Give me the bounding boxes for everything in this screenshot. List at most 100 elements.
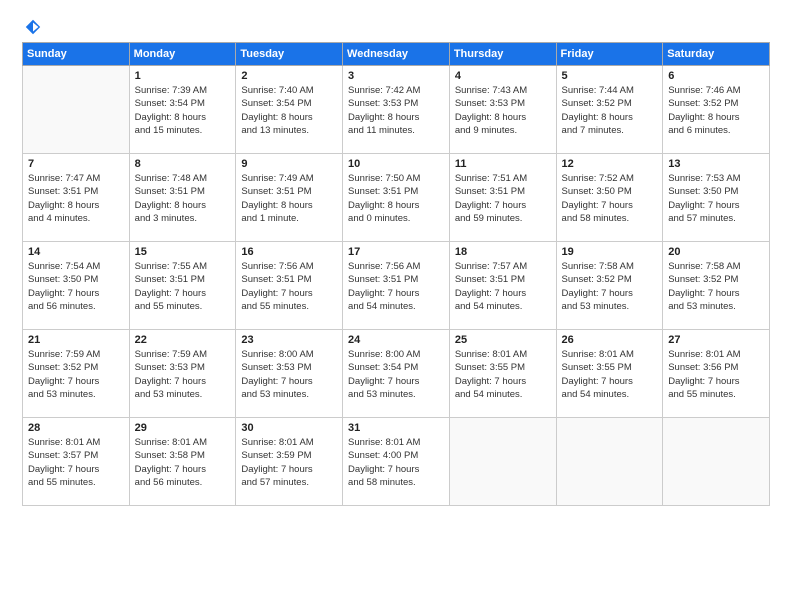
- calendar-cell: 16 Sunrise: 7:56 AM Sunset: 3:51 PM Dayli…: [236, 242, 343, 330]
- day-detail: Sunrise: 7:47 AM Sunset: 3:51 PM Dayligh…: [28, 172, 124, 225]
- calendar-header-thursday: Thursday: [449, 43, 556, 66]
- day-number: 16: [241, 246, 337, 258]
- logo-text: [22, 18, 44, 36]
- day-detail: Sunrise: 8:01 AM Sunset: 3:55 PM Dayligh…: [455, 348, 551, 401]
- calendar-cell: 21Sunrise: 7:59 AM Sunset: 3:52 PM Dayli…: [23, 330, 130, 418]
- calendar-cell: 5 Sunrise: 7:44 AM Sunset: 3:52 PM Daylig…: [556, 66, 663, 154]
- day-detail: Sunrise: 7:56 AM Sunset: 3:51 PM Dayligh…: [241, 260, 337, 313]
- week-row-2: 7 Sunrise: 7:47 AM Sunset: 3:51 PM Daylig…: [23, 154, 770, 242]
- calendar-cell: 2Sunrise: 7:40 AM Sunset: 3:54 PM Daylig…: [236, 66, 343, 154]
- week-row-3: 14 Sunrise: 7:54 AM Sunset: 3:50 PM Dayli…: [23, 242, 770, 330]
- calendar-cell: 17 Sunrise: 7:56 AM Sunset: 3:51 PM Dayli…: [343, 242, 450, 330]
- day-number: 14: [28, 246, 124, 258]
- day-number: 21: [28, 334, 124, 346]
- day-detail: Sunrise: 8:00 AM Sunset: 3:53 PM Dayligh…: [241, 348, 337, 401]
- day-number: 4: [455, 70, 551, 82]
- day-number: 12: [562, 158, 658, 170]
- calendar-cell: 9 Sunrise: 7:49 AM Sunset: 3:51 PM Daylig…: [236, 154, 343, 242]
- calendar: SundayMondayTuesdayWednesdayThursdayFrid…: [22, 42, 770, 506]
- day-detail: Sunrise: 8:00 AM Sunset: 3:54 PM Dayligh…: [348, 348, 444, 401]
- logo: [22, 18, 44, 32]
- calendar-header-monday: Monday: [129, 43, 236, 66]
- day-number: 30: [241, 422, 337, 434]
- calendar-cell: 11Sunrise: 7:51 AM Sunset: 3:51 PM Dayli…: [449, 154, 556, 242]
- calendar-cell: [556, 418, 663, 506]
- day-detail: Sunrise: 8:01 AM Sunset: 3:55 PM Dayligh…: [562, 348, 658, 401]
- day-detail: Sunrise: 7:49 AM Sunset: 3:51 PM Dayligh…: [241, 172, 337, 225]
- calendar-cell: 19Sunrise: 7:58 AM Sunset: 3:52 PM Dayli…: [556, 242, 663, 330]
- calendar-header-sunday: Sunday: [23, 43, 130, 66]
- day-detail: Sunrise: 7:51 AM Sunset: 3:51 PM Dayligh…: [455, 172, 551, 225]
- day-number: 15: [135, 246, 231, 258]
- calendar-cell: 23 Sunrise: 8:00 AM Sunset: 3:53 PM Dayli…: [236, 330, 343, 418]
- calendar-cell: 1 Sunrise: 7:39 AM Sunset: 3:54 PM Daylig…: [129, 66, 236, 154]
- day-number: 17: [348, 246, 444, 258]
- day-detail: Sunrise: 7:58 AM Sunset: 3:52 PM Dayligh…: [562, 260, 658, 313]
- day-detail: Sunrise: 7:53 AM Sunset: 3:50 PM Dayligh…: [668, 172, 764, 225]
- calendar-cell: 20Sunrise: 7:58 AM Sunset: 3:52 PM Dayli…: [663, 242, 770, 330]
- day-detail: Sunrise: 7:43 AM Sunset: 3:53 PM Dayligh…: [455, 84, 551, 137]
- calendar-cell: 31Sunrise: 8:01 AM Sunset: 4:00 PM Dayli…: [343, 418, 450, 506]
- calendar-cell: 18 Sunrise: 7:57 AM Sunset: 3:51 PM Dayli…: [449, 242, 556, 330]
- day-detail: Sunrise: 7:46 AM Sunset: 3:52 PM Dayligh…: [668, 84, 764, 137]
- page: SundayMondayTuesdayWednesdayThursdayFrid…: [0, 0, 792, 612]
- calendar-cell: [23, 66, 130, 154]
- calendar-cell: 12 Sunrise: 7:52 AM Sunset: 3:50 PM Dayli…: [556, 154, 663, 242]
- day-detail: Sunrise: 8:01 AM Sunset: 3:58 PM Dayligh…: [135, 436, 231, 489]
- day-number: 29: [135, 422, 231, 434]
- day-detail: Sunrise: 8:01 AM Sunset: 3:59 PM Dayligh…: [241, 436, 337, 489]
- day-detail: Sunrise: 7:55 AM Sunset: 3:51 PM Dayligh…: [135, 260, 231, 313]
- day-number: 26: [562, 334, 658, 346]
- week-row-1: 1 Sunrise: 7:39 AM Sunset: 3:54 PM Daylig…: [23, 66, 770, 154]
- calendar-cell: 14 Sunrise: 7:54 AM Sunset: 3:50 PM Dayli…: [23, 242, 130, 330]
- day-number: 28: [28, 422, 124, 434]
- day-number: 5: [562, 70, 658, 82]
- day-number: 2: [241, 70, 337, 82]
- day-number: 10: [348, 158, 444, 170]
- day-detail: Sunrise: 7:39 AM Sunset: 3:54 PM Dayligh…: [135, 84, 231, 137]
- day-number: 23: [241, 334, 337, 346]
- day-number: 7: [28, 158, 124, 170]
- calendar-cell: 3 Sunrise: 7:42 AM Sunset: 3:53 PM Daylig…: [343, 66, 450, 154]
- day-detail: Sunrise: 7:52 AM Sunset: 3:50 PM Dayligh…: [562, 172, 658, 225]
- calendar-cell: 26 Sunrise: 8:01 AM Sunset: 3:55 PM Dayli…: [556, 330, 663, 418]
- logo-icon: [24, 18, 42, 36]
- day-detail: Sunrise: 7:48 AM Sunset: 3:51 PM Dayligh…: [135, 172, 231, 225]
- day-number: 18: [455, 246, 551, 258]
- calendar-cell: 29 Sunrise: 8:01 AM Sunset: 3:58 PM Dayli…: [129, 418, 236, 506]
- day-number: 20: [668, 246, 764, 258]
- day-detail: Sunrise: 7:56 AM Sunset: 3:51 PM Dayligh…: [348, 260, 444, 313]
- calendar-header-tuesday: Tuesday: [236, 43, 343, 66]
- calendar-header-wednesday: Wednesday: [343, 43, 450, 66]
- calendar-cell: [449, 418, 556, 506]
- calendar-cell: 30 Sunrise: 8:01 AM Sunset: 3:59 PM Dayli…: [236, 418, 343, 506]
- calendar-cell: 6 Sunrise: 7:46 AM Sunset: 3:52 PM Daylig…: [663, 66, 770, 154]
- day-number: 9: [241, 158, 337, 170]
- day-detail: Sunrise: 7:44 AM Sunset: 3:52 PM Dayligh…: [562, 84, 658, 137]
- calendar-header-friday: Friday: [556, 43, 663, 66]
- calendar-header-row: SundayMondayTuesdayWednesdayThursdayFrid…: [23, 43, 770, 66]
- day-detail: Sunrise: 7:57 AM Sunset: 3:51 PM Dayligh…: [455, 260, 551, 313]
- week-row-4: 21Sunrise: 7:59 AM Sunset: 3:52 PM Dayli…: [23, 330, 770, 418]
- calendar-cell: 4 Sunrise: 7:43 AM Sunset: 3:53 PM Daylig…: [449, 66, 556, 154]
- day-detail: Sunrise: 8:01 AM Sunset: 4:00 PM Dayligh…: [348, 436, 444, 489]
- calendar-cell: 7 Sunrise: 7:47 AM Sunset: 3:51 PM Daylig…: [23, 154, 130, 242]
- day-detail: Sunrise: 7:59 AM Sunset: 3:53 PM Dayligh…: [135, 348, 231, 401]
- day-number: 27: [668, 334, 764, 346]
- day-number: 6: [668, 70, 764, 82]
- calendar-cell: 13Sunrise: 7:53 AM Sunset: 3:50 PM Dayli…: [663, 154, 770, 242]
- week-row-5: 28 Sunrise: 8:01 AM Sunset: 3:57 PM Dayli…: [23, 418, 770, 506]
- day-number: 24: [348, 334, 444, 346]
- day-detail: Sunrise: 7:54 AM Sunset: 3:50 PM Dayligh…: [28, 260, 124, 313]
- calendar-header-saturday: Saturday: [663, 43, 770, 66]
- day-detail: Sunrise: 8:01 AM Sunset: 3:57 PM Dayligh…: [28, 436, 124, 489]
- day-detail: Sunrise: 7:42 AM Sunset: 3:53 PM Dayligh…: [348, 84, 444, 137]
- calendar-cell: 10 Sunrise: 7:50 AM Sunset: 3:51 PM Dayli…: [343, 154, 450, 242]
- day-number: 3: [348, 70, 444, 82]
- calendar-cell: 28 Sunrise: 8:01 AM Sunset: 3:57 PM Dayli…: [23, 418, 130, 506]
- day-number: 8: [135, 158, 231, 170]
- day-number: 1: [135, 70, 231, 82]
- day-detail: Sunrise: 7:50 AM Sunset: 3:51 PM Dayligh…: [348, 172, 444, 225]
- calendar-cell: 22Sunrise: 7:59 AM Sunset: 3:53 PM Dayli…: [129, 330, 236, 418]
- day-number: 25: [455, 334, 551, 346]
